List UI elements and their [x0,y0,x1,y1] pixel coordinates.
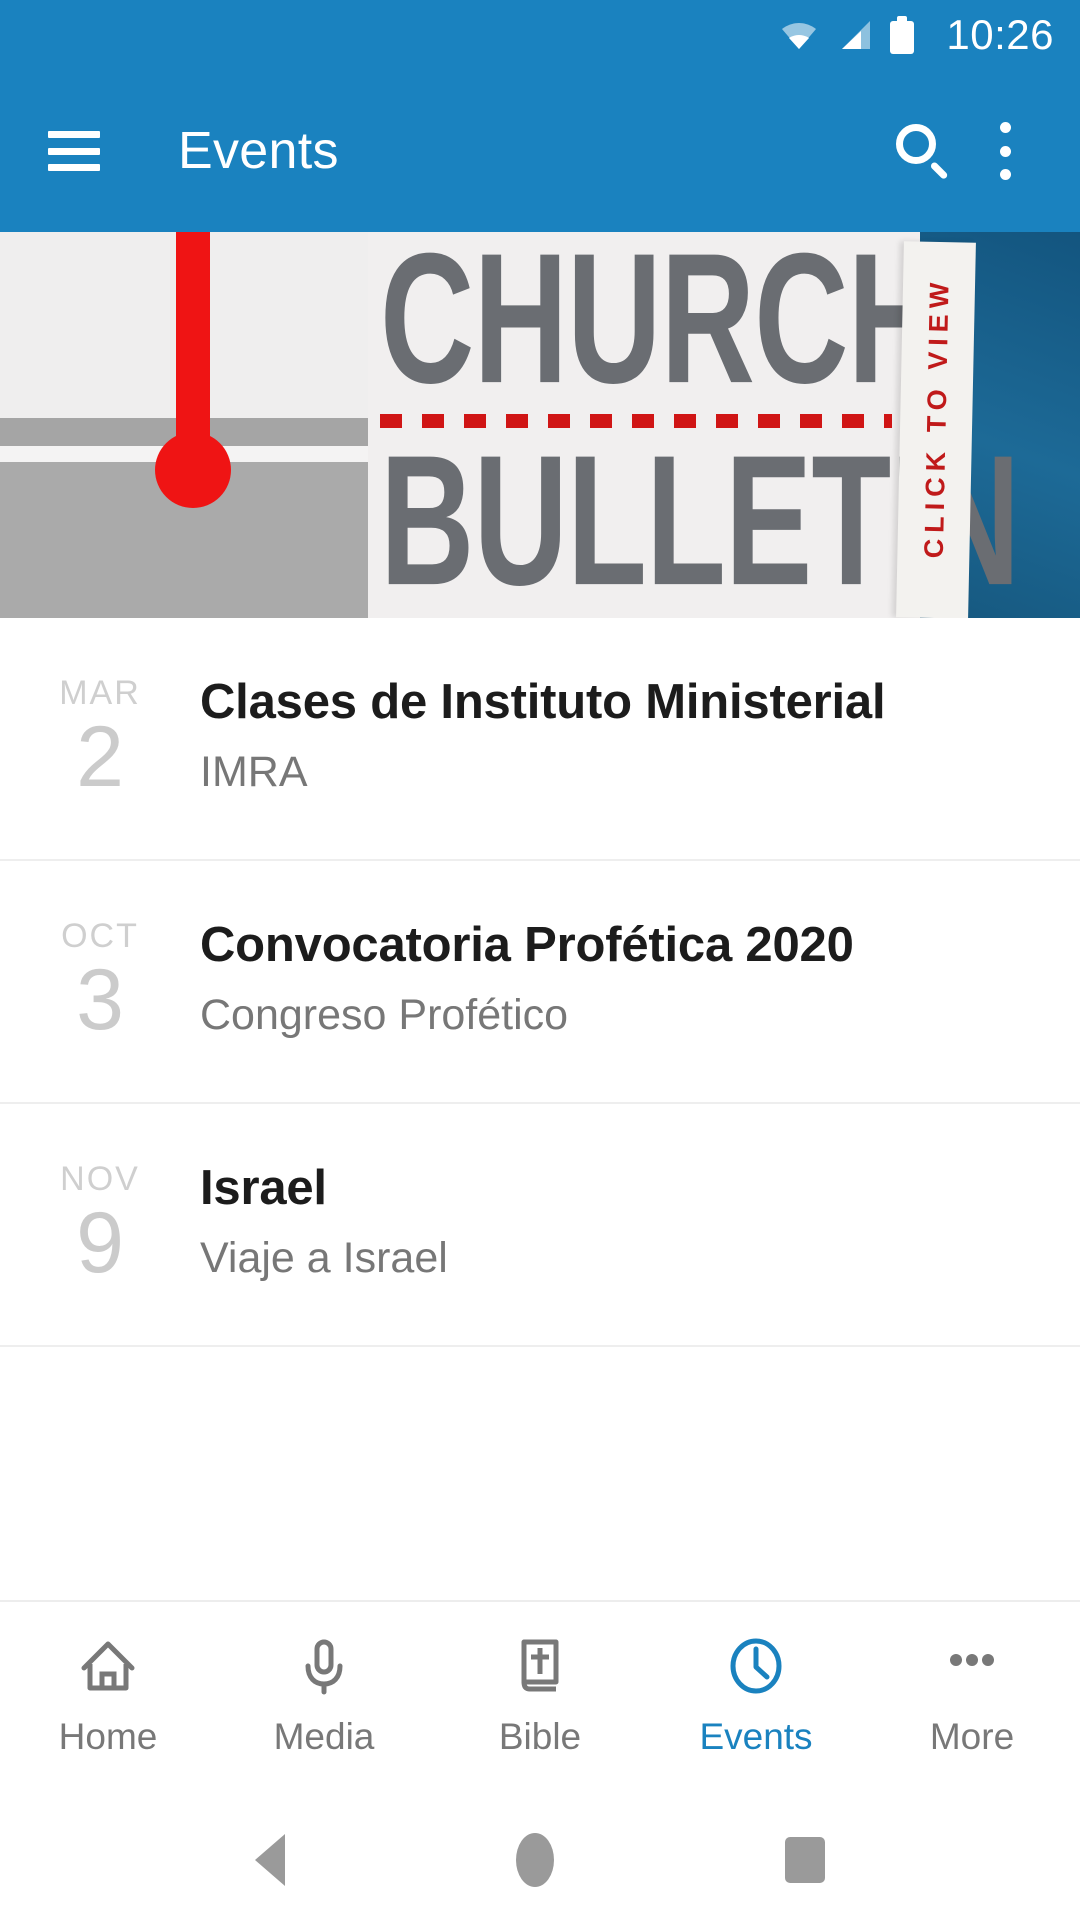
page-title: Events [178,122,339,180]
ellipsis-icon [940,1630,1004,1702]
nav-item-bible[interactable]: Bible [432,1630,648,1755]
overflow-menu-icon[interactable] [998,122,1012,180]
banner-cta-strip[interactable]: CLICK TO VIEW [896,241,976,618]
nav-label: More [929,1716,1015,1757]
status-bar: 10:26 [0,0,1080,70]
bottom-navigation-bar: Home Media Bible Events More [0,1600,1080,1800]
event-month: MAR [59,674,141,712]
event-month: NOV [60,1160,140,1198]
wifi-icon [780,19,818,51]
bible-book-icon [508,1630,572,1702]
event-subtitle: Congreso Profético [200,990,569,1039]
event-month: OCT [61,917,139,955]
event-list-item[interactable]: MAR 2 Clases de Instituto Ministerial IM… [0,618,1080,861]
app-bar: Events [0,70,1080,232]
app-screen: 10:26 Events CHURCH BULLETIN CLICK TO VI… [0,0,1080,1920]
microphone-icon [292,1630,356,1702]
event-title: Israel [200,1161,327,1215]
overflow-menu-button[interactable] [998,122,1046,180]
hamburger-menu-icon[interactable] [48,131,100,171]
event-title: Convocatoria Profética 2020 [200,918,854,972]
banner-headline-line1: CHURCH [380,232,942,423]
nav-item-events[interactable]: Events [648,1630,864,1755]
event-list-item[interactable]: NOV 9 Israel Viaje a Israel [0,1104,1080,1347]
nav-label: Home [58,1716,158,1757]
search-button[interactable] [894,122,998,181]
event-text: Convocatoria Profética 2020 Congreso Pro… [200,913,1080,1040]
home-icon [76,1630,140,1702]
banner-headline-line2: BULLETIN [380,417,1020,618]
event-subtitle: Viaje a Israel [200,1233,448,1282]
event-subtitle: IMRA [200,747,308,796]
thermometer-bulb-icon [155,432,231,508]
event-text: Clases de Instituto Ministerial IMRA [200,670,1080,797]
battery-icon [890,16,915,54]
banner-cta-label: CLICK TO VIEW [918,276,955,559]
nav-label: Media [273,1716,375,1757]
event-day: 9 [76,1195,124,1291]
recents-square-icon[interactable] [784,1837,825,1883]
event-list: MAR 2 Clases de Instituto Ministerial IM… [0,618,1080,1600]
event-date: MAR 2 [0,670,200,802]
back-triangle-icon[interactable] [255,1834,286,1886]
status-icons: 10:26 [780,14,1054,56]
event-date: NOV 9 [0,1156,200,1288]
nav-item-home[interactable]: Home [0,1630,216,1755]
nav-label: Events [699,1716,813,1757]
event-title: Clases de Instituto Ministerial [200,675,886,729]
status-clock: 10:26 [946,11,1054,58]
clock-icon [724,1630,788,1702]
event-day: 3 [76,952,124,1048]
home-circle-icon[interactable] [515,1833,554,1887]
nav-item-more[interactable]: More [864,1630,1080,1755]
church-bulletin-banner[interactable]: CHURCH BULLETIN CLICK TO VIEW [0,232,1080,618]
nav-label: Bible [498,1716,582,1757]
cellular-signal-icon [836,19,872,51]
search-icon[interactable] [894,122,952,181]
event-list-item[interactable]: OCT 3 Convocatoria Profética 2020 Congre… [0,861,1080,1104]
nav-item-media[interactable]: Media [216,1630,432,1755]
event-date: OCT 3 [0,913,200,1045]
android-system-nav [0,1800,1080,1920]
event-day: 2 [76,709,124,805]
event-text: Israel Viaje a Israel [200,1156,1080,1283]
